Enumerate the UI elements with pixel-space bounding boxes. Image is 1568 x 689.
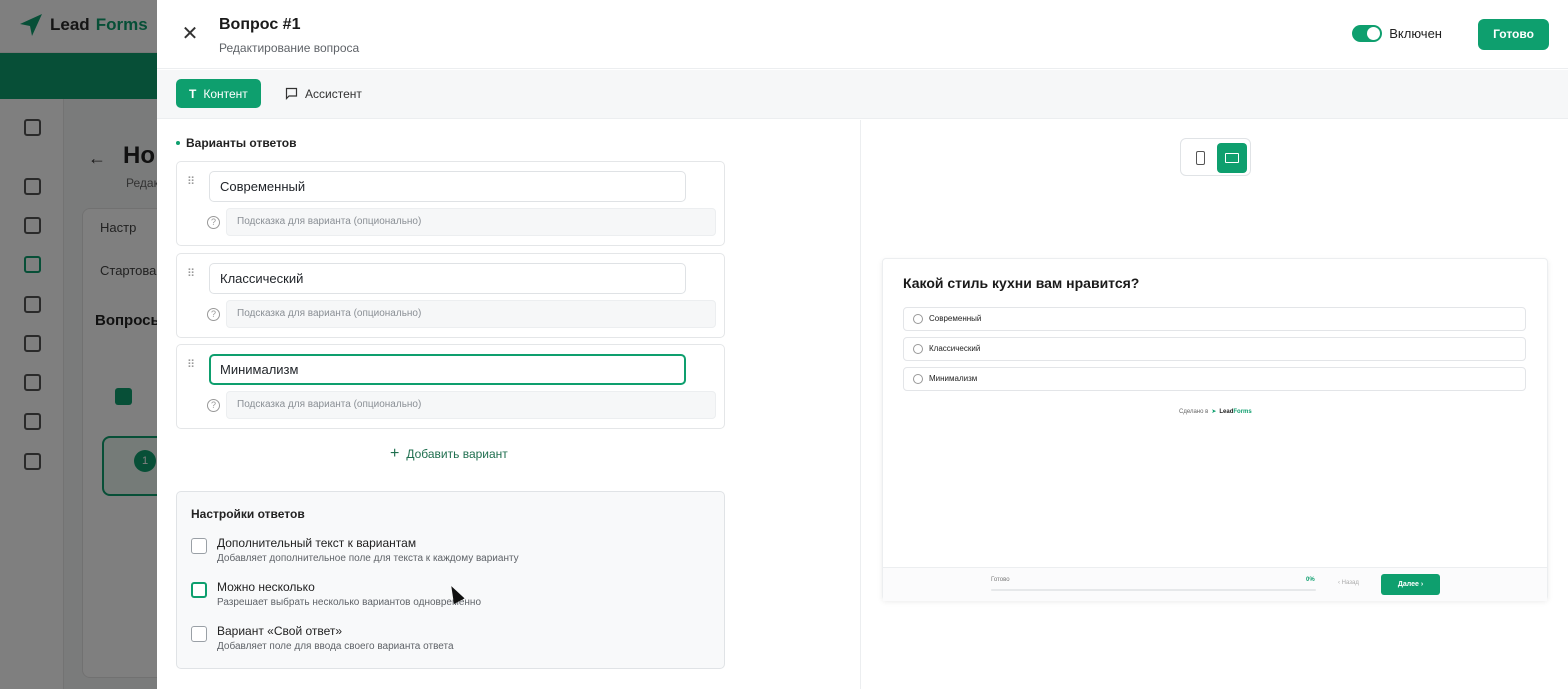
preview-question: Какой стиль кухни вам нравится? (903, 275, 1140, 291)
toggle-knob (1367, 27, 1381, 40)
next-label: Далее (1397, 581, 1419, 588)
radio-icon (913, 314, 923, 324)
drag-handle-icon[interactable]: ⠿ (187, 267, 197, 281)
made-with-badge: Сделано в ➤ LeadForms (1179, 408, 1252, 416)
brand-forms: Forms (1233, 408, 1252, 415)
option-input[interactable]: Современный (209, 171, 686, 202)
monitor-icon (1225, 152, 1239, 163)
option-hint-input[interactable]: Подсказка для варианта (опционально) (226, 300, 716, 328)
setting-description: Добавляет поле для ввода своего варианта… (217, 641, 454, 652)
enabled-toggle-group: Включен (1352, 25, 1442, 42)
form-preview: Какой стиль кухни вам нравится? Современ… (882, 258, 1548, 601)
option-hint-input[interactable]: Подсказка для варианта (опционально) (226, 391, 716, 419)
add-option-button[interactable]: + Добавить вариант (390, 445, 508, 462)
progress-percent: 0% (1306, 577, 1315, 583)
option-card: ⠿ Современный ? Подсказка для варианта (… (176, 161, 725, 246)
answer-settings-panel: Настройки ответов Дополнительный текст к… (176, 491, 725, 669)
small-logo-icon: ➤ (1211, 409, 1217, 415)
option-input[interactable]: Минимализм (209, 354, 686, 385)
close-icon[interactable]: ✕ (181, 24, 199, 44)
preview-pane: Какой стиль кухни вам нравится? Современ… (862, 120, 1568, 689)
content-editor: Варианты ответов ⠿ Современный ? Подсказ… (157, 120, 861, 689)
drawer-title: Вопрос #1 (219, 16, 301, 33)
mobile-view-button[interactable] (1185, 143, 1215, 173)
back-label: Назад (1341, 580, 1359, 586)
progress-bar (991, 589, 1316, 591)
extra-text-checkbox[interactable] (191, 538, 207, 554)
desktop-view-button[interactable] (1217, 143, 1247, 173)
phone-icon (1195, 150, 1205, 165)
tab-content-label: Контент (203, 86, 248, 101)
drawer-subtitle: Редактирование вопроса (219, 41, 360, 55)
preview-option[interactable]: Современный (903, 307, 1526, 331)
setting-description: Разрешает выбрать несколько вариантов од… (217, 597, 482, 608)
tab-assistant-label: Ассистент (305, 86, 362, 101)
option-input[interactable]: Классический (209, 263, 686, 294)
help-icon: ? (207, 399, 220, 412)
brand-lead: Lead (1219, 408, 1234, 415)
tab-content[interactable]: T Контент (176, 79, 261, 108)
preview-option-label: Современный (929, 314, 982, 323)
plus-icon: + (390, 445, 400, 462)
enabled-toggle[interactable] (1352, 25, 1383, 42)
own-answer-checkbox[interactable] (191, 626, 207, 642)
progress-label: Готово (991, 577, 1010, 583)
add-option-label: Добавить вариант (406, 447, 508, 461)
setting-label: Можно несколько (217, 580, 315, 594)
radio-icon (913, 344, 923, 354)
option-card: ⠿ Минимализм ? Подсказка для варианта (о… (176, 344, 725, 429)
question-editor-drawer: ✕ Вопрос #1 Редактирование вопроса Включ… (157, 0, 1568, 689)
brand-name: LeadForms (1219, 409, 1251, 415)
answer-settings-title: Настройки ответов (191, 507, 305, 521)
tab-assistant[interactable]: Ассистент (272, 79, 375, 108)
drag-handle-icon[interactable]: ⠿ (187, 358, 197, 372)
help-icon: ? (207, 216, 220, 229)
device-switcher (1180, 138, 1251, 176)
answers-section-label: Варианты ответов (176, 136, 297, 150)
preview-back-button[interactable]: ‹ Назад (1338, 580, 1359, 586)
enabled-toggle-label: Включен (1389, 26, 1442, 41)
multiple-checkbox[interactable] (191, 582, 207, 598)
preview-option[interactable]: Классический (903, 337, 1526, 361)
done-button[interactable]: Готово (1478, 19, 1549, 50)
help-icon: ? (207, 308, 220, 321)
preview-option-label: Классический (929, 344, 981, 353)
preview-option[interactable]: Минимализм (903, 367, 1526, 391)
drawer-header: ✕ Вопрос #1 Редактирование вопроса Включ… (157, 0, 1568, 69)
preview-footer: Готово 0% ‹ Назад Далее › (883, 567, 1547, 601)
option-hint-input[interactable]: Подсказка для варианта (опционально) (226, 208, 716, 236)
setting-description: Добавляет дополнительное поле для текста… (217, 553, 519, 564)
answers-section-text: Варианты ответов (186, 136, 297, 150)
text-icon: T (189, 86, 197, 101)
preview-option-label: Минимализм (929, 374, 978, 383)
preview-next-button[interactable]: Далее › (1381, 574, 1440, 595)
drawer-tabs: T Контент Ассистент (157, 70, 1568, 119)
made-with-text: Сделано в (1179, 408, 1209, 415)
drag-handle-icon[interactable]: ⠿ (187, 175, 197, 189)
option-card: ⠿ Классический ? Подсказка для варианта … (176, 253, 725, 338)
chat-icon (285, 87, 298, 100)
bullet-dot (176, 141, 180, 145)
radio-icon (913, 374, 923, 384)
setting-label: Вариант «Свой ответ» (217, 624, 343, 638)
setting-label: Дополнительный текст к вариантам (217, 536, 417, 550)
